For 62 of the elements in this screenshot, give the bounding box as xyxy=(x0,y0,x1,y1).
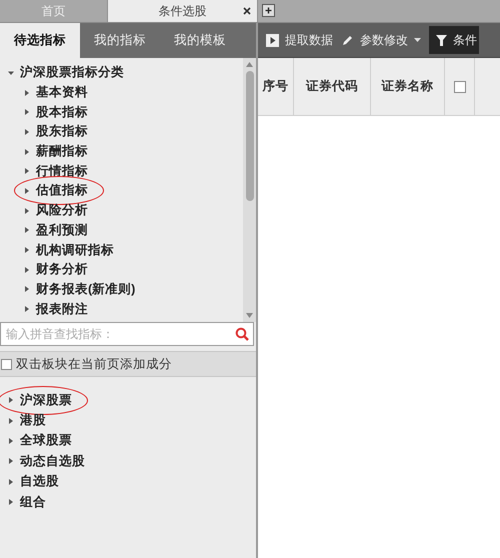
tree-item[interactable]: 报表附注 xyxy=(36,300,88,318)
collapse-arrow-icon[interactable] xyxy=(8,68,14,77)
tree-item[interactable]: 行情指标 xyxy=(36,162,88,180)
expand-arrow-icon[interactable] xyxy=(24,285,30,294)
search-icon[interactable] xyxy=(235,327,249,341)
tree-item[interactable]: 全球股票 xyxy=(20,432,72,450)
tree-item[interactable]: 自选股 xyxy=(20,473,59,490)
select-all-checkbox[interactable] xyxy=(454,80,466,92)
filter-icon xyxy=(435,34,448,46)
caret-icon xyxy=(414,38,421,42)
expand-arrow-icon[interactable] xyxy=(8,416,14,425)
edit-params-button[interactable]: 参数修改 xyxy=(341,32,421,48)
expand-arrow-icon[interactable] xyxy=(24,148,30,156)
tree-item[interactable]: 沪深股票指标分类 xyxy=(20,64,124,82)
tree-item[interactable]: 股本指标 xyxy=(36,104,88,121)
checkbox[interactable] xyxy=(1,358,12,370)
tree-item[interactable]: 基本资料 xyxy=(36,84,88,102)
expand-arrow-icon[interactable] xyxy=(8,498,14,506)
expand-arrow-icon[interactable] xyxy=(24,305,30,314)
column-header[interactable]: 序号 xyxy=(258,58,294,115)
tab[interactable]: 条件选股 xyxy=(108,0,258,22)
tree-item[interactable]: 机构调研指标 xyxy=(36,242,114,259)
expand-arrow-icon[interactable] xyxy=(24,206,30,215)
tree-item[interactable]: 财务分析 xyxy=(36,261,88,278)
tree-item[interactable]: 风险分析 xyxy=(36,202,88,220)
tree-item[interactable]: 动态自选股 xyxy=(20,452,85,470)
search-box[interactable]: 输入拼音查找指标： xyxy=(0,322,254,346)
panel-tab[interactable]: 我的指标 xyxy=(80,23,160,58)
tree-item[interactable]: 估值指标 xyxy=(36,182,88,200)
expand-arrow-icon[interactable] xyxy=(24,186,30,195)
expand-arrow-icon[interactable] xyxy=(8,396,14,404)
expand-arrow-icon[interactable] xyxy=(24,167,30,176)
tree-item[interactable]: 财务报表(新准则) xyxy=(36,280,136,298)
expand-arrow-icon[interactable] xyxy=(24,226,30,234)
scroll-down-icon[interactable] xyxy=(246,313,253,318)
scroll-up-icon[interactable] xyxy=(246,62,253,67)
tree-item[interactable]: 组合 xyxy=(20,494,46,511)
new-tab-icon[interactable] xyxy=(262,4,275,17)
expand-arrow-icon[interactable] xyxy=(24,246,30,254)
expand-arrow-icon[interactable] xyxy=(8,436,14,445)
expand-arrow-icon[interactable] xyxy=(24,108,30,116)
column-header[interactable]: 证券代码 xyxy=(294,58,371,115)
expand-arrow-icon[interactable] xyxy=(8,457,14,466)
expand-arrow-icon[interactable] xyxy=(24,88,30,97)
expand-arrow-icon[interactable] xyxy=(24,128,30,136)
expand-arrow-icon[interactable] xyxy=(8,478,14,486)
scrollbar[interactable] xyxy=(243,58,256,322)
pencil-icon xyxy=(341,34,354,46)
tree-item[interactable]: 沪深股票 xyxy=(20,392,72,409)
column-header[interactable]: 证券名称 xyxy=(371,58,445,115)
panel-tab[interactable]: 我的模板 xyxy=(160,23,240,58)
expand-arrow-icon[interactable] xyxy=(24,266,30,274)
tree-item[interactable]: 薪酬指标 xyxy=(36,143,88,160)
search-field[interactable]: 输入拼音查找指标： xyxy=(1,323,235,345)
tree-item[interactable]: 股东指标 xyxy=(36,123,88,140)
tree-item[interactable]: 港股 xyxy=(20,412,46,430)
filter-button[interactable]: 条件 xyxy=(429,26,479,54)
play-icon xyxy=(266,34,279,46)
fetch-data-button[interactable]: 提取数据 xyxy=(266,32,333,48)
close-icon[interactable] xyxy=(243,7,251,15)
panel-tab[interactable]: 待选指标 xyxy=(0,23,80,58)
tree-item[interactable]: 盈利预测 xyxy=(36,222,88,239)
